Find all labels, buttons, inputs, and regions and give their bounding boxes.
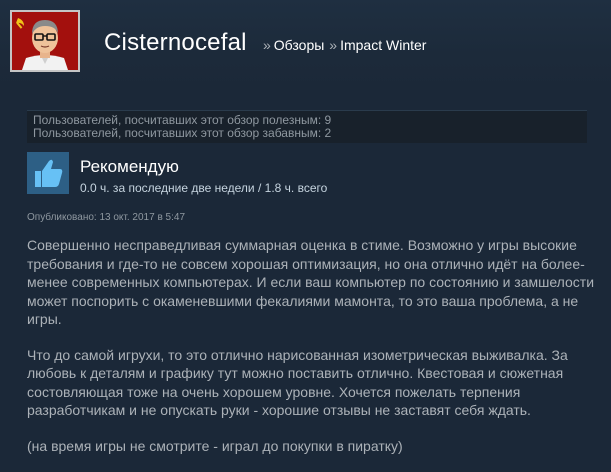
profile-header: Cisternocefal » Обзоры» Impact Winter bbox=[0, 0, 611, 92]
breadcrumb-game[interactable]: Impact Winter bbox=[340, 37, 426, 53]
persona-name[interactable]: Cisternocefal bbox=[104, 29, 247, 57]
breadcrumb-separator: » bbox=[329, 37, 338, 53]
review-paragraph: (на время игры не смотрите - играл до по… bbox=[27, 437, 403, 454]
review-paragraph: Что до самой игрухи, то это отлично нари… bbox=[27, 346, 568, 419]
review-votes: Пользователей, посчитавших этот обзор по… bbox=[27, 110, 587, 143]
review-verdict: Рекомендую bbox=[80, 157, 179, 176]
avatar[interactable] bbox=[10, 10, 80, 72]
breadcrumb-separator: » bbox=[263, 37, 271, 53]
breadcrumb: » Обзоры» Impact Winter bbox=[258, 37, 426, 55]
thumbs-up-icon bbox=[27, 152, 69, 194]
avatar-image bbox=[12, 12, 78, 70]
avatar-cartoon-man-icon bbox=[12, 12, 78, 70]
review-paragraph: Совершенно несправедливая суммарная оцен… bbox=[27, 237, 595, 327]
funny-votes-text: Пользователей, посчитавших этот обзор за… bbox=[33, 126, 332, 140]
breadcrumb-reviews[interactable]: Обзоры bbox=[274, 37, 325, 53]
recommended-badge bbox=[27, 152, 69, 194]
posted-date: Опубликовано: 13 окт. 2017 в 5:47 bbox=[27, 212, 186, 223]
playtime-hours: 0.0 ч. за последние две недели / 1.8 ч. … bbox=[80, 181, 328, 195]
